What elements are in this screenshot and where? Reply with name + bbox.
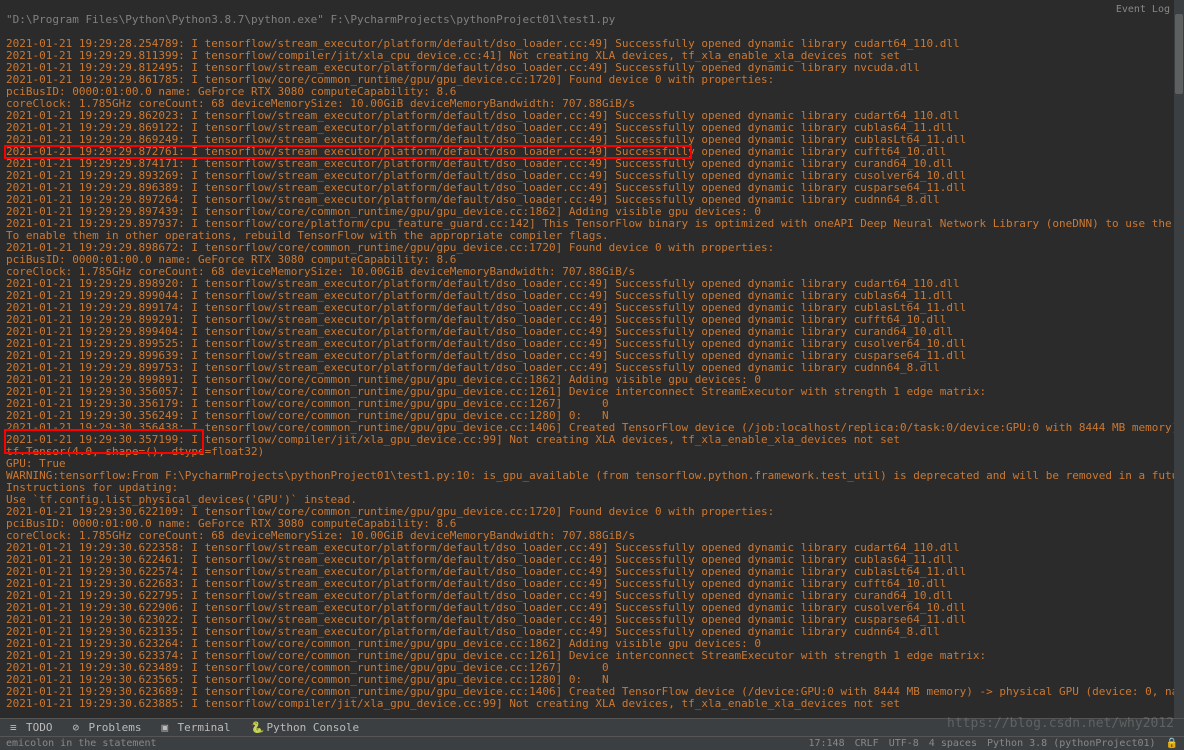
- terminal-icon: ▣: [161, 722, 173, 734]
- status-left: emicolon in the statement: [6, 738, 157, 750]
- tab-label: TODO: [26, 722, 53, 734]
- tab-python-console[interactable]: 🐍 Python Console: [240, 722, 369, 734]
- tab-terminal[interactable]: ▣ Terminal: [151, 722, 240, 734]
- tab-label: Python Console: [266, 722, 359, 734]
- tab-label: Problems: [89, 722, 142, 734]
- interpreter[interactable]: Python 3.8 (pythonProject01): [987, 738, 1156, 750]
- console-output[interactable]: "D:\Program Files\Python\Python3.8.7\pyt…: [0, 0, 1184, 718]
- lock-icon[interactable]: 🔒: [1166, 738, 1178, 750]
- line-separator[interactable]: CRLF: [855, 738, 879, 750]
- log-line: tf.Tensor(4.0, shape=(), dtype=float32): [6, 446, 1178, 458]
- caret-position[interactable]: 17:148: [808, 738, 844, 750]
- python-icon: 🐍: [250, 722, 262, 734]
- problems-icon: ⊘: [73, 722, 85, 734]
- bottom-tool-tabs: ≡ TODO ⊘ Problems ▣ Terminal 🐍 Python Co…: [0, 718, 1184, 736]
- file-encoding[interactable]: UTF-8: [889, 738, 919, 750]
- tab-todo[interactable]: ≡ TODO: [0, 722, 63, 734]
- tab-problems[interactable]: ⊘ Problems: [63, 722, 152, 734]
- log-line: 2021-01-21 19:29:30.623885: I tensorflow…: [6, 698, 1178, 710]
- command-line: "D:\Program Files\Python\Python3.8.7\pyt…: [6, 14, 1178, 26]
- tab-label: Terminal: [177, 722, 230, 734]
- scrollbar-track[interactable]: [1174, 0, 1184, 718]
- scrollbar-thumb[interactable]: [1175, 14, 1183, 94]
- event-log-tab[interactable]: Event Log: [1116, 4, 1170, 16]
- log-line: WARNING:tensorflow:From F:\PycharmProjec…: [6, 470, 1178, 482]
- status-bar: emicolon in the statement 17:148 CRLF UT…: [0, 736, 1184, 750]
- indent-setting[interactable]: 4 spaces: [929, 738, 977, 750]
- todo-icon: ≡: [10, 722, 22, 734]
